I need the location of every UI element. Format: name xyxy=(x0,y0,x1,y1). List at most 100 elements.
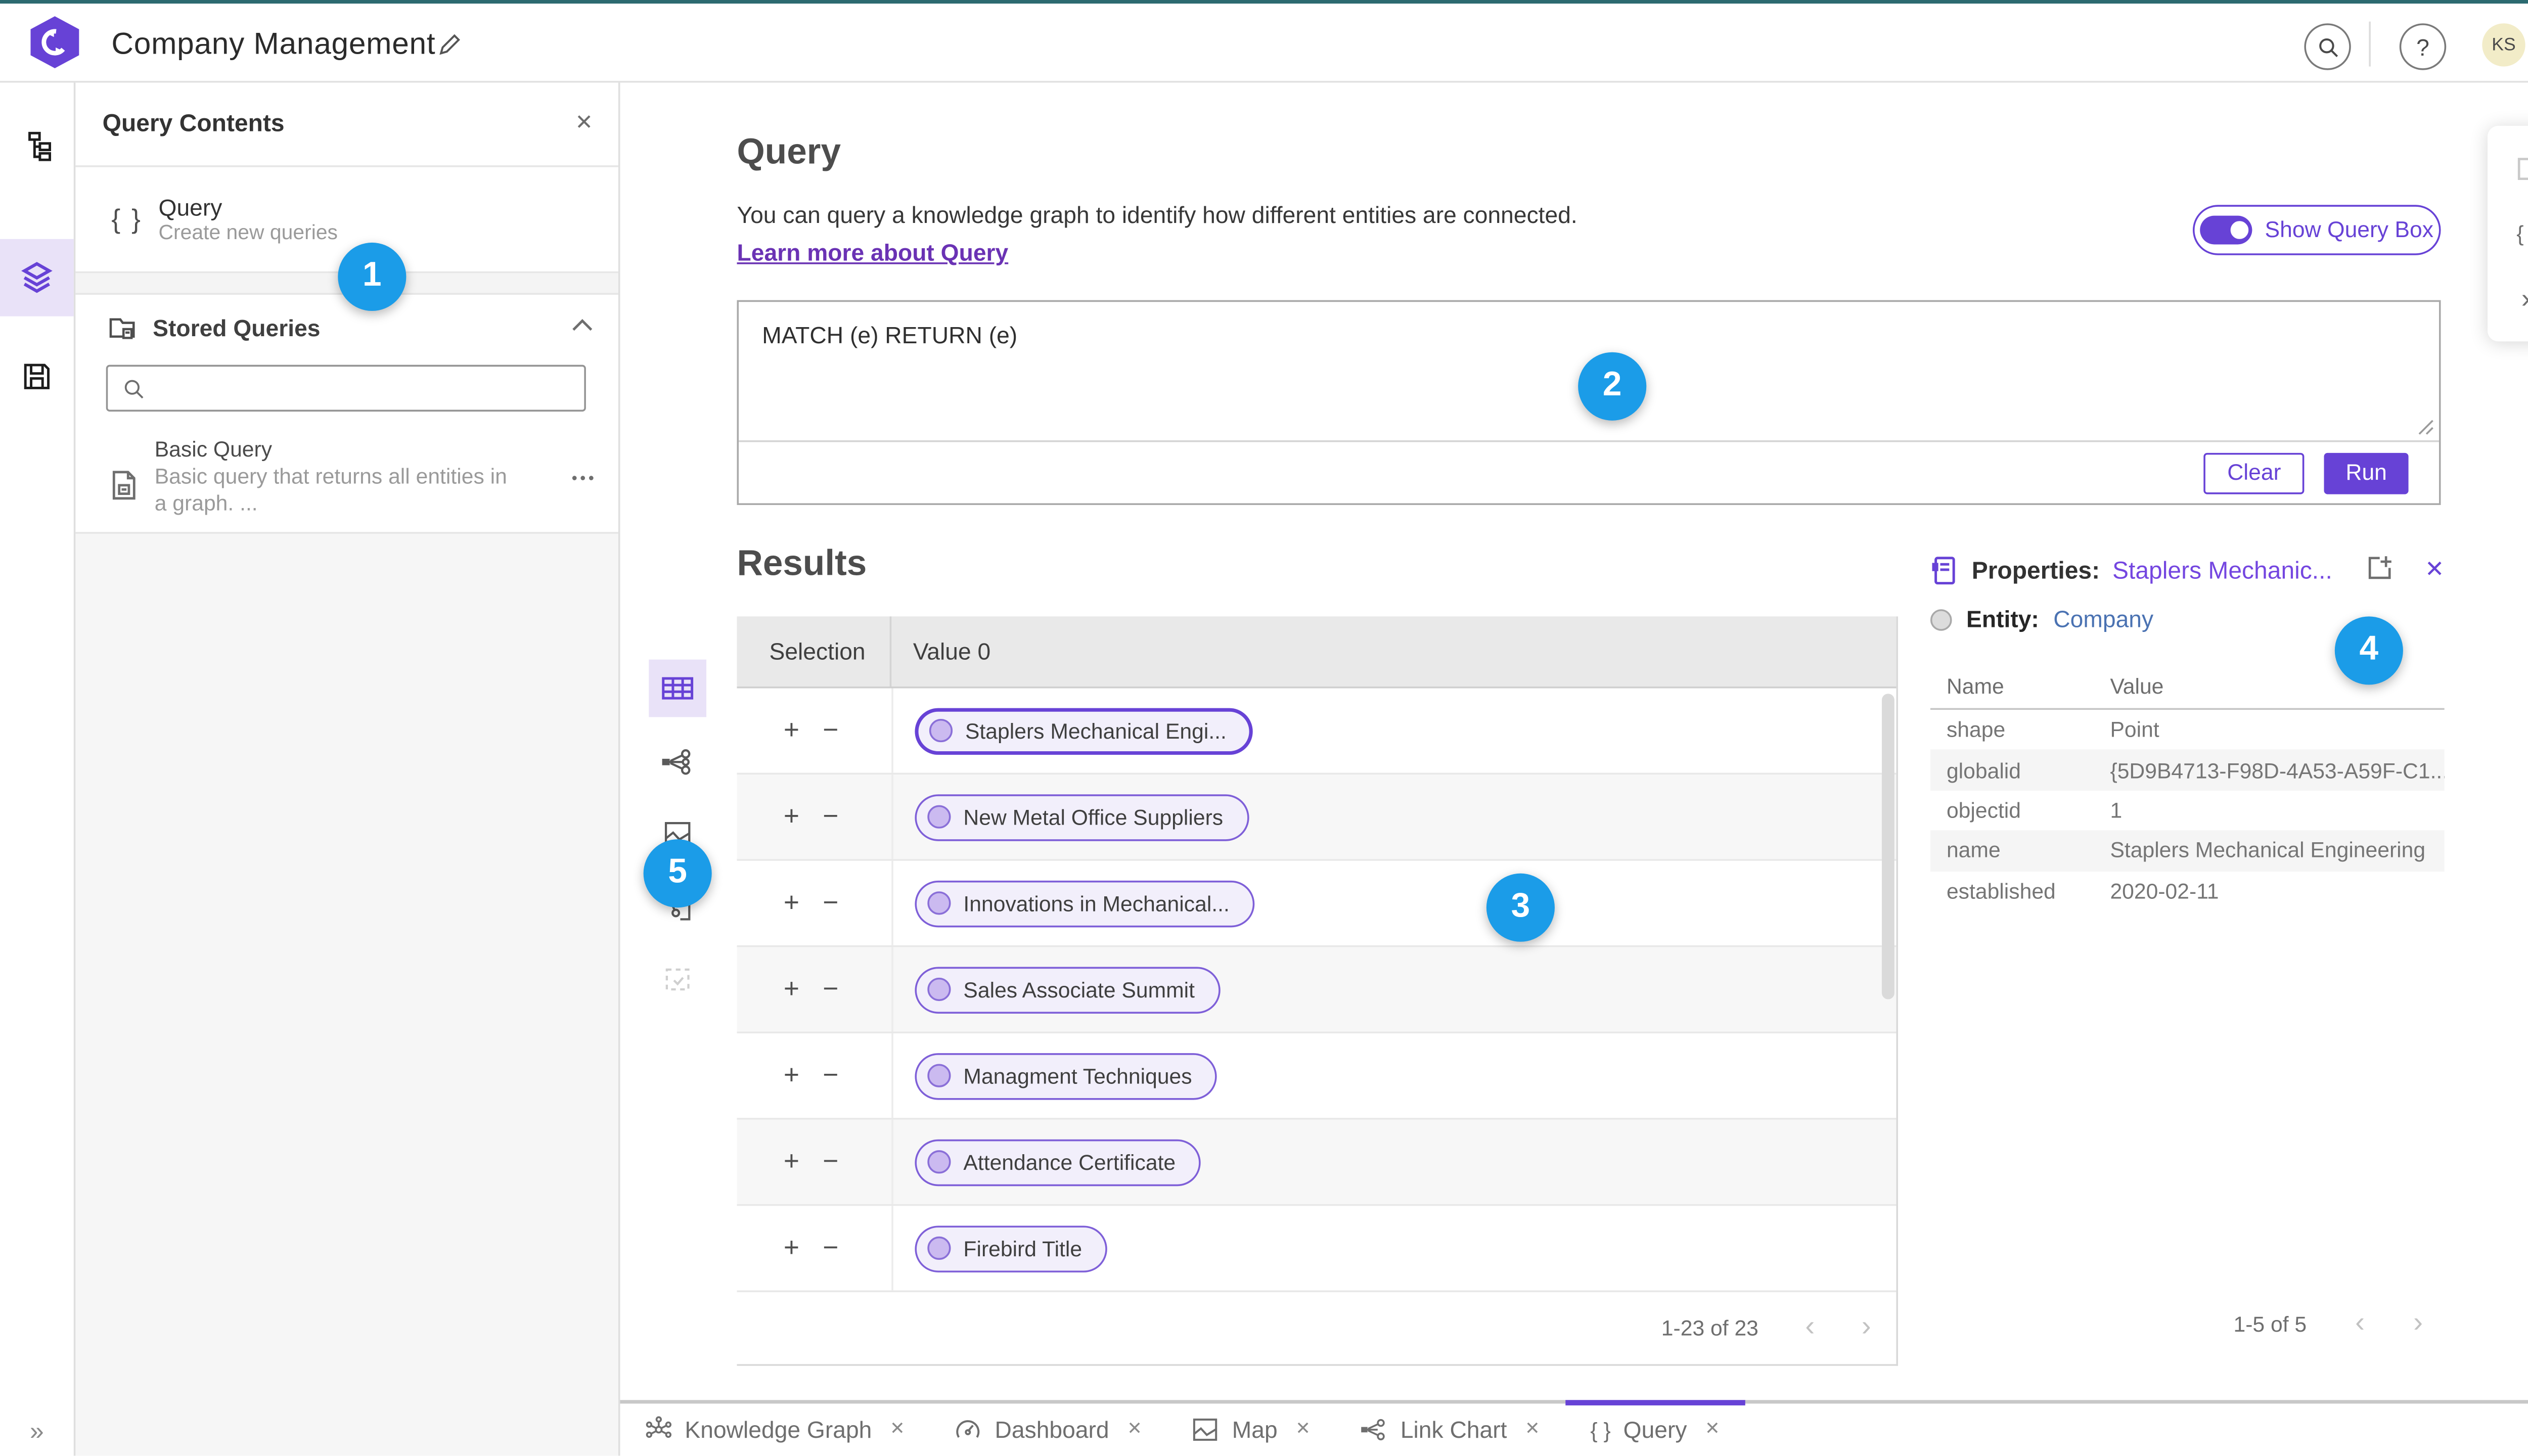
schema-tool-button[interactable] xyxy=(0,108,74,185)
close-tab-icon[interactable]: ✕ xyxy=(1295,1420,1311,1439)
chevron-up-icon[interactable] xyxy=(571,318,593,332)
stored-query-title: Basic Query xyxy=(154,436,273,462)
menu-item-add-selection-to[interactable]: Add Selection To xyxy=(2488,136,2528,201)
entity-pill[interactable]: Firebird Title xyxy=(915,1224,1107,1272)
annotation-badge-4: 4 xyxy=(2334,616,2403,685)
app-window: Company Management ? KS Knowledge Studio… xyxy=(0,0,2528,1456)
add-to-selection-button[interactable]: + xyxy=(784,1235,799,1261)
learn-more-link[interactable]: Learn more about Query xyxy=(737,239,1009,266)
entity-pill[interactable]: New Metal Office Suppliers xyxy=(915,793,1248,840)
results-scrollbar[interactable] xyxy=(1881,694,1894,999)
results-page-range: 1-23 of 23 xyxy=(1661,1315,1758,1341)
add-to-selection-button[interactable]: + xyxy=(784,890,799,917)
table-row: + − New Metal Office Suppliers xyxy=(737,775,1897,861)
property-value: Staplers Mechanical Engineering xyxy=(2110,838,2426,863)
close-properties-button[interactable]: ✕ xyxy=(2425,555,2445,584)
close-tab-icon[interactable]: ✕ xyxy=(1705,1420,1720,1439)
avatar[interactable]: KS xyxy=(2482,23,2525,67)
value-cell: Managment Techniques xyxy=(891,1033,1896,1118)
annotation-badge-5: 5 xyxy=(643,839,712,908)
show-query-box-toggle[interactable]: Show Query Box xyxy=(2192,205,2441,255)
menu-item-collapse[interactable]: » Collapse xyxy=(2488,266,2528,331)
tab-link-chart[interactable]: Link Chart ✕ xyxy=(1336,1403,1565,1455)
properties-page-range: 1-5 of 5 xyxy=(2233,1311,2307,1337)
previous-page-icon[interactable]: ‹ xyxy=(2355,1309,2365,1339)
entity-pill-label: New Metal Office Suppliers xyxy=(963,804,1224,830)
app-logo-icon[interactable] xyxy=(30,16,79,68)
query-item-subtitle: Create new queries xyxy=(158,222,338,244)
tab-query[interactable]: { } Query ✕ xyxy=(1565,1400,1746,1455)
search-icon xyxy=(122,377,146,400)
add-to-selection-button[interactable]: + xyxy=(784,976,799,1003)
table-row: + − Firebird Title xyxy=(737,1206,1897,1292)
properties-rows: shape Point globalid {5D9B4713-F98D-4A53… xyxy=(1930,710,2445,912)
selection-cell: + − xyxy=(737,1120,892,1204)
table-row: + − Sales Associate Summit xyxy=(737,947,1897,1034)
add-to-link-chart-button[interactable] xyxy=(649,733,706,790)
query-section-description: You can query a knowledge graph to ident… xyxy=(737,201,1577,229)
entity-type-value: Company xyxy=(2053,606,2154,633)
next-page-icon[interactable]: › xyxy=(2413,1309,2423,1339)
toggle-switch-icon xyxy=(2200,215,2252,245)
properties-label: Properties: xyxy=(1971,556,2100,583)
entity-pill[interactable]: Attendance Certificate xyxy=(915,1139,1201,1186)
add-to-new-icon[interactable] xyxy=(2365,554,2394,582)
table-view-button[interactable] xyxy=(649,659,707,717)
close-tab-icon[interactable]: ✕ xyxy=(1525,1420,1540,1439)
query-actions-row: Clear Run xyxy=(739,440,2439,503)
tab-knowledge-graph[interactable]: Knowledge Graph ✕ xyxy=(620,1403,930,1455)
remove-from-selection-button[interactable]: − xyxy=(823,976,838,1003)
remove-from-selection-button[interactable]: − xyxy=(823,803,838,830)
property-row: globalid {5D9B4713-F98D-4A53-A59F-C1... xyxy=(1930,750,2445,791)
save-icon xyxy=(22,361,52,392)
remove-from-selection-button[interactable]: − xyxy=(823,1149,838,1175)
contents-tool-button[interactable] xyxy=(0,239,74,316)
entity-pill[interactable]: Managment Techniques xyxy=(915,1052,1217,1099)
results-table: Selection Value 0 + − Staplers Mechanica… xyxy=(737,616,1898,1366)
stored-query-search-input[interactable] xyxy=(106,365,586,412)
remove-from-selection-button[interactable]: − xyxy=(823,890,838,917)
close-tab-icon[interactable]: ✕ xyxy=(1127,1420,1142,1439)
add-to-selection-button[interactable]: + xyxy=(784,1149,799,1175)
expand-rail-button[interactable]: » xyxy=(0,1416,74,1445)
value-cell: Innovations in Mechanical... xyxy=(891,860,1896,945)
close-panel-button[interactable]: ✕ xyxy=(575,110,593,135)
save-tool-button[interactable] xyxy=(0,338,74,415)
add-to-selection-button[interactable]: + xyxy=(784,1062,799,1089)
remove-from-selection-button[interactable]: − xyxy=(823,1235,838,1261)
close-tab-icon[interactable]: ✕ xyxy=(890,1420,905,1439)
help-button[interactable]: ? xyxy=(2399,23,2447,70)
column-header-name: Name xyxy=(1946,674,2004,699)
add-to-selection-button[interactable]: + xyxy=(784,803,799,830)
selection-cell: + − xyxy=(737,861,892,945)
selection-cell: + − xyxy=(737,1033,892,1118)
stored-query-list-item[interactable]: Basic Query Basic query that returns all… xyxy=(74,430,618,532)
tab-dashboard[interactable]: Dashboard ✕ xyxy=(930,1403,1167,1455)
add-to-selection-button[interactable]: + xyxy=(784,717,799,744)
selection-view-button[interactable] xyxy=(649,951,706,1009)
remove-from-selection-button[interactable]: − xyxy=(823,717,838,744)
remove-from-selection-button[interactable]: − xyxy=(823,1062,838,1089)
stored-queries-header[interactable]: Stored Queries xyxy=(74,295,618,361)
next-page-icon[interactable]: › xyxy=(1862,1313,1871,1343)
entity-pill[interactable]: Innovations in Mechanical... xyxy=(915,880,1255,927)
ellipsis-menu-button[interactable]: ••• xyxy=(572,469,597,487)
resize-handle[interactable] xyxy=(2417,419,2433,435)
query-text-input[interactable]: MATCH (e) RETURN (e) xyxy=(762,322,1017,348)
property-value: Point xyxy=(2110,717,2159,743)
entity-type-icon xyxy=(1930,608,1952,630)
run-button[interactable]: Run xyxy=(2324,452,2409,493)
dashboard-icon xyxy=(955,1416,982,1443)
previous-page-icon[interactable]: ‹ xyxy=(1805,1313,1815,1343)
results-title: Results xyxy=(737,544,867,584)
properties-entity-link[interactable]: Staplers Mechanic... xyxy=(2112,556,2332,583)
search-button[interactable] xyxy=(2304,23,2351,70)
menu-item-store-as-new-query[interactable]: { } Store as New Query xyxy=(2488,201,2528,266)
clear-button[interactable]: Clear xyxy=(2203,452,2305,493)
entity-pill[interactable]: Sales Associate Summit xyxy=(915,966,1220,1013)
link-chart-icon xyxy=(1361,1416,1388,1443)
knowledge-graph-icon xyxy=(645,1416,672,1443)
entity-pill[interactable]: Staplers Mechanical Engi... xyxy=(915,707,1254,754)
tab-map[interactable]: Map ✕ xyxy=(1167,1403,1336,1455)
edit-title-icon[interactable] xyxy=(437,30,464,57)
